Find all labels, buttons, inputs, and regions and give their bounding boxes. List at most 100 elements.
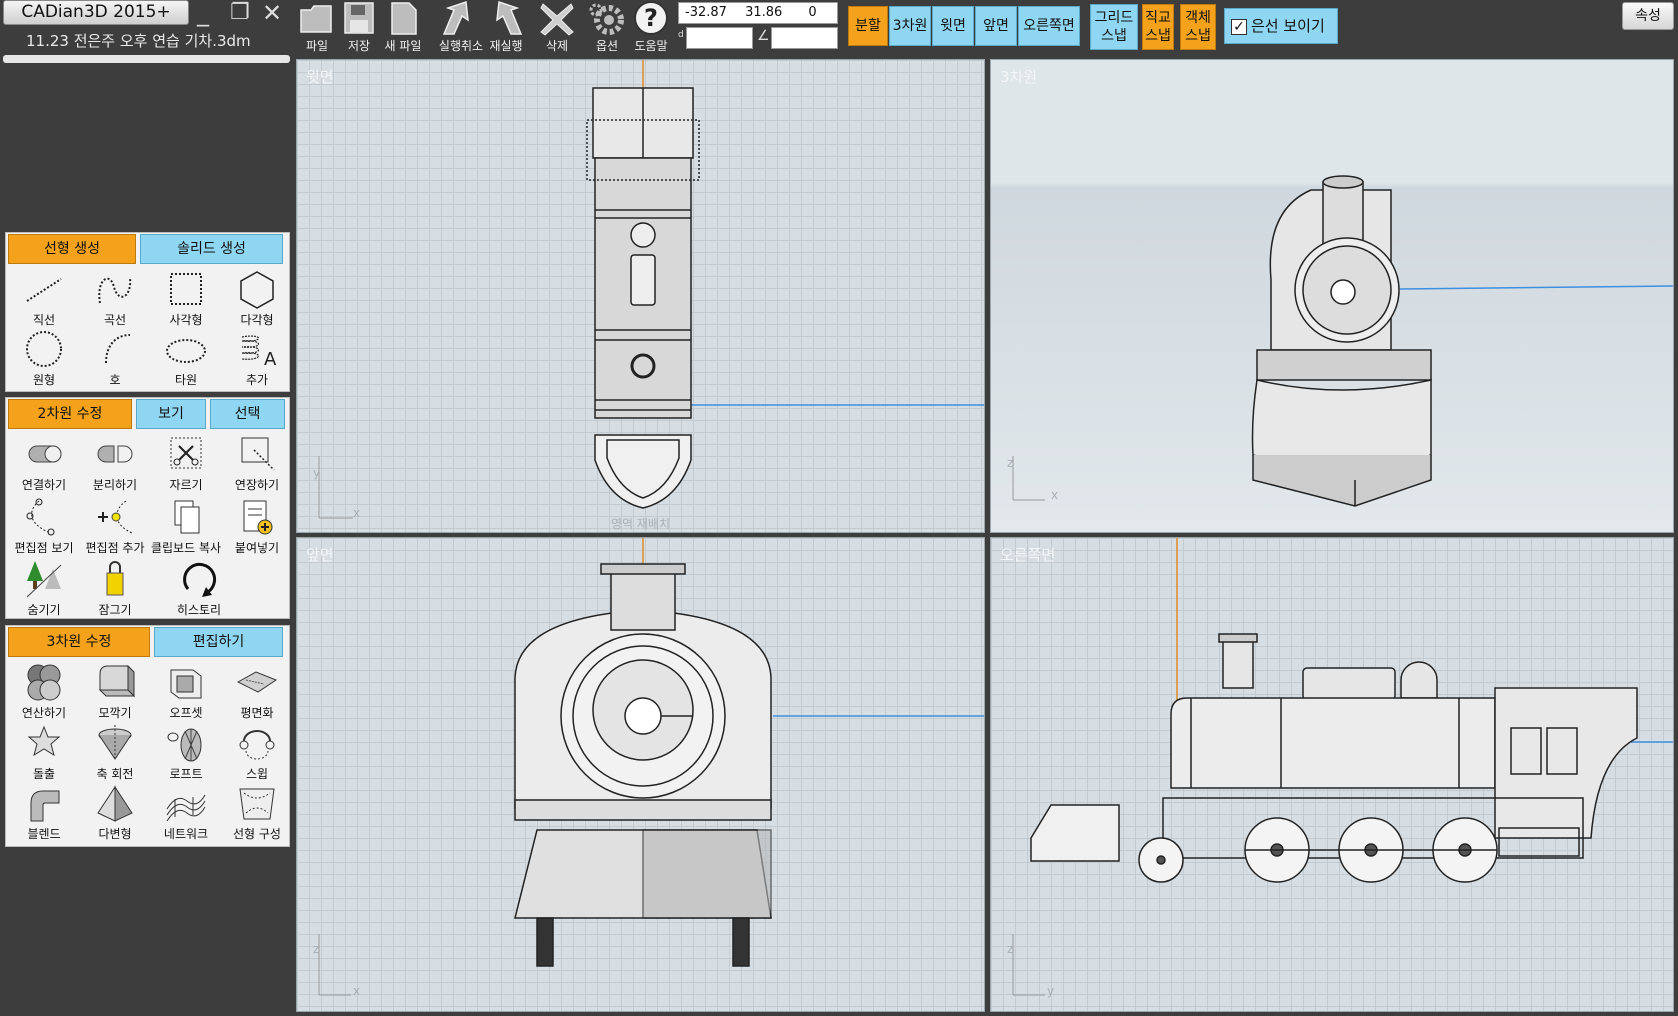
properties-button[interactable]: 속성	[1622, 2, 1674, 30]
front-axis-z-label: z	[313, 942, 320, 956]
new-file-button[interactable]: 새 파일	[376, 0, 430, 56]
minimize-button[interactable]: _	[197, 0, 209, 26]
view-split-button[interactable]: 분할	[848, 6, 888, 46]
folder-icon	[300, 5, 332, 33]
extrude-tool[interactable]: 돌출	[11, 723, 77, 783]
fillet-box-icon	[98, 664, 136, 698]
ortho-snap-button[interactable]: 직교 스냅	[1142, 4, 1174, 50]
copy-clipboard-tool[interactable]: 클립보드 복사	[151, 497, 221, 557]
tab-curve-creation[interactable]: 선형 생성	[8, 234, 136, 264]
extend-tool-label: 연장하기	[234, 478, 280, 492]
fillet-tool[interactable]: 모깍기	[82, 662, 148, 722]
hide-tool[interactable]: 숨기기	[11, 559, 77, 619]
boolean-tool[interactable]: 연산하기	[11, 662, 77, 722]
offset-tool-label: 오프셋	[169, 706, 203, 720]
curve-icon	[98, 276, 132, 304]
top-view-drawing	[318, 60, 984, 519]
delete-button[interactable]: 삭제	[530, 0, 584, 56]
train-side-view	[1030, 633, 1638, 883]
lock-tool[interactable]: 잠그기	[82, 559, 148, 619]
network-tool[interactable]: 네트워크	[153, 783, 219, 843]
view-top-button[interactable]: 윗면	[932, 6, 974, 46]
circle-tool[interactable]: 원형	[11, 329, 77, 389]
view-right-button[interactable]: 오른쪽면	[1018, 6, 1080, 46]
front-view-drawing	[318, 538, 984, 996]
new-page-icon	[391, 2, 417, 35]
extend-tool[interactable]: 연장하기	[224, 434, 290, 494]
circle-icon	[26, 331, 62, 367]
paste-tool[interactable]: 붙여넣기	[224, 497, 290, 557]
ellipse-tool[interactable]: 타원	[153, 329, 219, 389]
revolve-tool[interactable]: 축 회전	[82, 723, 148, 783]
sweep-tool[interactable]: 스윕	[224, 723, 290, 783]
trim-tool[interactable]: 자르기	[153, 434, 219, 494]
revolve-tool-label: 축 회전	[96, 767, 134, 781]
tab-2d-edit[interactable]: 2차원 수정	[8, 399, 132, 429]
fillet-tool-label: 모깍기	[98, 706, 132, 720]
object-snap-button[interactable]: 객체 스냅	[1180, 4, 1216, 50]
hide-trees-icon	[26, 561, 62, 598]
tab-select[interactable]: 선택	[210, 399, 285, 429]
flatten-tool[interactable]: 평면화	[224, 662, 290, 722]
close-button[interactable]: ✕	[262, 0, 282, 26]
sweep-tool-label: 스윕	[245, 767, 269, 781]
train-3d-view	[1251, 175, 1432, 507]
svg-text:?: ?	[644, 4, 658, 32]
rectangle-tool[interactable]: 사각형	[153, 269, 219, 329]
network-tool-label: 네트워크	[163, 827, 209, 841]
show-points-tool[interactable]: 편집점 보기	[11, 497, 77, 557]
curve-tool-label: 곡선	[103, 313, 127, 327]
file-name: 11.23 전은주 오후 연습 기차.3dm	[26, 32, 251, 50]
more-tool[interactable]: A 추가	[224, 329, 290, 389]
viewport-front[interactable]: 앞면 z x	[296, 537, 985, 1012]
loft-tool[interactable]: 로프트	[153, 723, 219, 783]
join-tool-label: 연결하기	[21, 478, 67, 492]
history-tool[interactable]: 히스토리	[166, 559, 232, 619]
distance-symbol-icon: d	[678, 30, 684, 40]
restore-button[interactable]: ❐	[230, 0, 250, 26]
view-3d-button[interactable]: 3차원	[889, 6, 931, 46]
more-tool-label: 추가	[245, 373, 269, 387]
perspective-view-drawing	[1012, 175, 1673, 507]
polyhedron-tool[interactable]: 다변형	[82, 783, 148, 843]
line-icon	[26, 278, 62, 302]
coordinate-xyz-field[interactable]: -32.87 31.86 0	[678, 2, 838, 24]
history-circular-arrow-icon	[183, 562, 216, 597]
explode-tool[interactable]: 분리하기	[82, 434, 148, 494]
viewport-right[interactable]: 오른쪽면 z y	[990, 537, 1674, 1012]
polygon-tool[interactable]: 다각형	[224, 269, 290, 329]
history-tool-label: 히스토리	[176, 603, 222, 617]
tab-view[interactable]: 보기	[136, 399, 206, 429]
arc-tool[interactable]: 호	[82, 329, 148, 389]
redo-button[interactable]: 재실행	[478, 0, 534, 56]
join-tool[interactable]: 연결하기	[11, 434, 77, 494]
offset-tool[interactable]: 오프셋	[153, 662, 219, 722]
edit-3d-panel: 3차원 수정 편집하기 연산하기 모깍기 오프셋 평면화 돌출 축 회전 로프트…	[5, 625, 290, 847]
viewport-3d[interactable]: 3차원 z x	[990, 59, 1674, 533]
angle-field[interactable]	[771, 27, 838, 49]
offset-shell-icon	[170, 669, 202, 699]
checkbox-checked-icon[interactable]: ✓	[1231, 18, 1247, 35]
blend-tool[interactable]: 블렌드	[11, 783, 77, 843]
tab-solid-creation[interactable]: 솔리드 생성	[140, 234, 283, 264]
add-point-tool[interactable]: 편집점 추가	[82, 497, 148, 557]
arc-tool-label: 호	[109, 373, 121, 387]
sweep-path-icon	[239, 730, 275, 760]
grid-snap-button[interactable]: 그리드 스냅	[1090, 4, 1138, 50]
lock-icon	[106, 561, 124, 596]
show-hidden-lines-toggle[interactable]: ✓ 은선 보이기	[1224, 8, 1338, 44]
help-label: 도움말	[634, 39, 668, 53]
ortho-snap-line1: 직교	[1145, 10, 1171, 26]
line-tool[interactable]: 직선	[11, 269, 77, 329]
viewport-top[interactable]: 윗면 y x 영역 재배치	[296, 59, 985, 533]
distance-field[interactable]	[686, 27, 753, 49]
curve-tool[interactable]: 곡선	[82, 269, 148, 329]
tab-3d-edit[interactable]: 3차원 수정	[8, 627, 150, 657]
hide-tool-label: 숨기기	[27, 603, 61, 617]
view-front-button[interactable]: 앞면	[975, 6, 1017, 46]
blend-tool-label: 블렌드	[27, 827, 61, 841]
tab-editing[interactable]: 편집하기	[154, 627, 283, 657]
delete-label: 삭제	[545, 39, 569, 53]
curve-build-tool[interactable]: 선형 구성	[224, 783, 290, 843]
help-button[interactable]: ? 도움말	[624, 0, 678, 56]
